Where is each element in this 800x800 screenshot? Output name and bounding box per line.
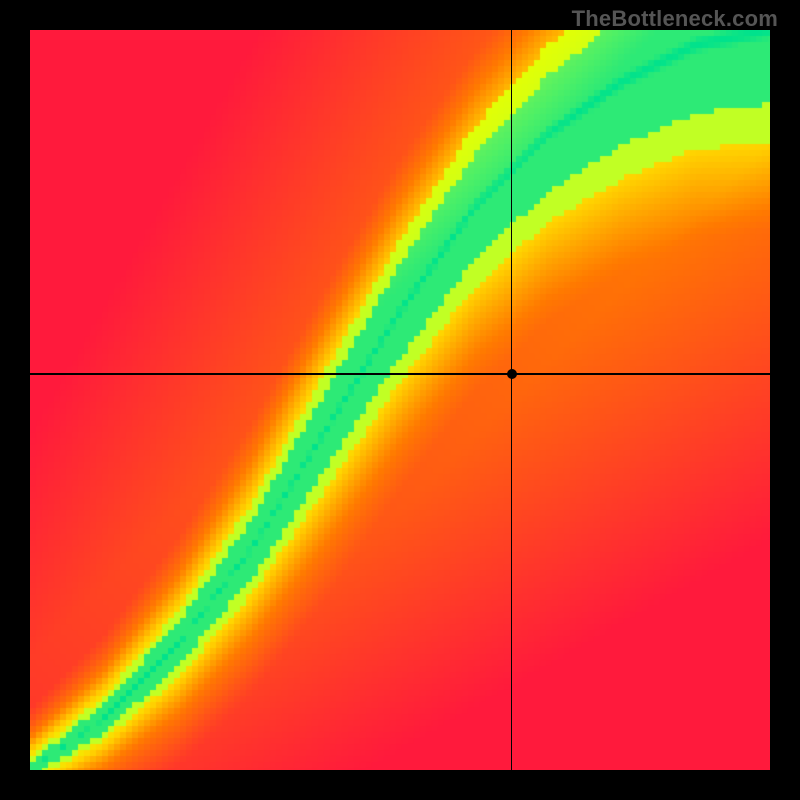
watermark-text: TheBottleneck.com [572,6,778,32]
marker-dot [507,369,517,379]
crosshair-vertical [511,30,513,770]
heatmap-canvas [30,30,770,770]
crosshair-horizontal [30,373,770,375]
chart-frame: TheBottleneck.com [0,0,800,800]
plot-area [30,30,770,770]
